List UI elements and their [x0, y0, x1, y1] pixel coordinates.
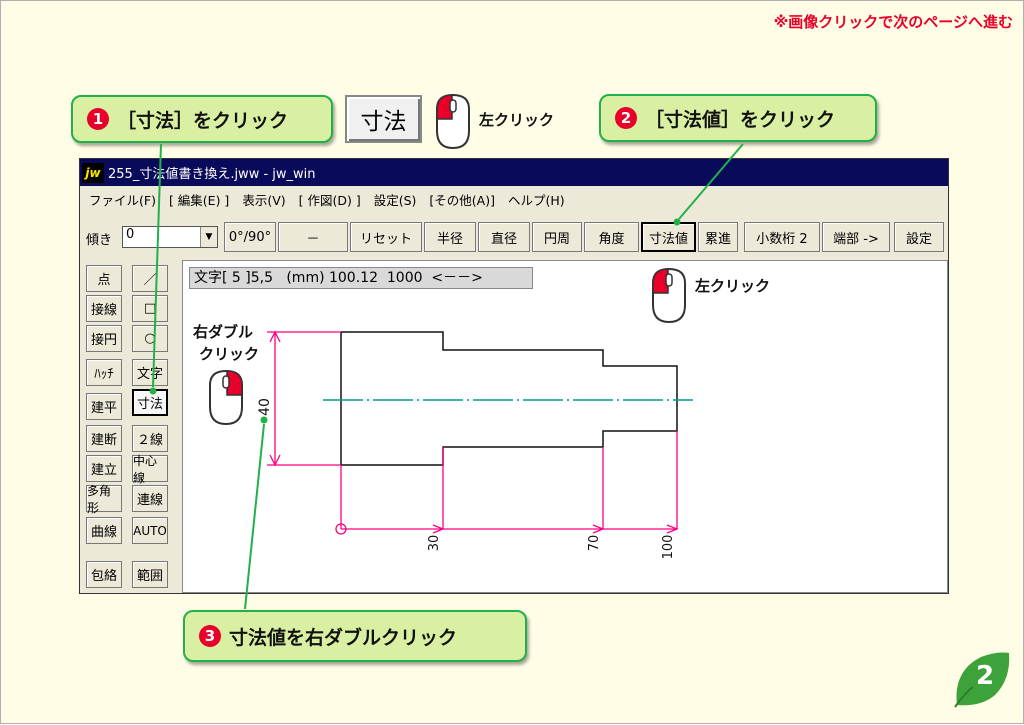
- tilt-label: 傾き: [86, 233, 113, 248]
- menu-help[interactable]: ヘルプ(H): [508, 190, 565, 209]
- step3-number: 3: [199, 625, 221, 647]
- end-button[interactable]: 端部 ->: [822, 222, 890, 252]
- progressive-button[interactable]: 累進: [698, 222, 738, 252]
- slide[interactable]: ※画像クリックで次のページへ進む 1 ［寸法］をクリック 寸法 左クリック 2 …: [0, 0, 1024, 724]
- callout-step3: 3 寸法値を右ダブルクリック: [183, 610, 527, 662]
- part-outline: [340, 331, 678, 466]
- jw-logo-icon: jw: [82, 162, 104, 183]
- tool-curve[interactable]: 曲線: [86, 517, 122, 544]
- settings-button[interactable]: 設定: [894, 222, 944, 252]
- tool-envelope[interactable]: 包絡: [86, 561, 122, 588]
- title-bar: jw 255_寸法値書き換え.jww - jw_win: [80, 159, 948, 186]
- decimal-places-button[interactable]: 小数桁 2: [744, 222, 820, 252]
- tool-hatch[interactable]: ﾊｯﾁ: [86, 359, 122, 386]
- step3-text: 寸法値を右ダブルクリック: [229, 626, 458, 649]
- angle-0-90-button[interactable]: 0°/90°: [224, 222, 276, 252]
- step1-number: 1: [87, 108, 109, 130]
- drawing-svg: 40 30 70 100: [257, 330, 693, 560]
- menu-edit[interactable]: [ 編集(E) ]: [169, 190, 229, 209]
- menu-bar: ファイル(F) [ 編集(E) ] 表示(V) [ 作図(D) ] 設定(S) …: [80, 188, 948, 210]
- dash-button[interactable]: －: [278, 222, 348, 252]
- window-title: 255_寸法値書き換え.jww - jw_win: [108, 167, 316, 182]
- dimension-button-enlarged: 寸法: [345, 95, 422, 143]
- tool-polygon[interactable]: 多角形: [86, 484, 122, 515]
- tool-dimension[interactable]: 寸法: [132, 389, 168, 416]
- diameter-button[interactable]: 直径: [478, 222, 530, 252]
- right-double-click-label-1: 右ダブル: [193, 323, 254, 341]
- tool-continuous-line[interactable]: 連線: [132, 485, 168, 512]
- step2-text: ［寸法値］をクリック: [645, 108, 836, 131]
- tool-building-section[interactable]: 建断: [86, 425, 122, 452]
- drawing-canvas[interactable]: 文字[ 5 ]5,5 (mm) 100.12 1000 <－－> 40 30 7…: [182, 260, 948, 593]
- tool-text[interactable]: 文字: [132, 359, 168, 386]
- tool-building-plan[interactable]: 建平: [86, 393, 122, 420]
- tool-circle[interactable]: ○: [132, 325, 168, 352]
- right-double-click-label-2: クリック: [199, 345, 260, 363]
- right-click-mouse-icon: [209, 369, 243, 426]
- menu-settings[interactable]: 設定(S): [374, 190, 417, 209]
- tool-rectangle[interactable]: □: [132, 295, 168, 322]
- radius-button[interactable]: 半径: [424, 222, 476, 252]
- menu-file[interactable]: ファイル(F): [89, 190, 156, 209]
- tool-tangent-circle[interactable]: 接円: [86, 325, 122, 352]
- tool-auto[interactable]: AUTO: [132, 517, 168, 544]
- tool-tangent[interactable]: 接線: [86, 295, 122, 322]
- dim-text-40[interactable]: 40: [257, 398, 273, 416]
- angle-button[interactable]: 角度: [584, 222, 639, 252]
- tool-double-line[interactable]: ２線: [132, 425, 168, 452]
- dimension-value-button[interactable]: 寸法値: [641, 222, 696, 252]
- left-click-label-2: 左クリック: [695, 277, 771, 295]
- tool-range[interactable]: 範囲: [132, 561, 168, 588]
- dimension-toolbar: 傾き 0 ▼ 0°/90° － リセット 半径 直径 円周 角度 寸法値 累進 …: [80, 220, 948, 252]
- step2-number: 2: [615, 107, 637, 129]
- reset-button[interactable]: リセット: [350, 222, 422, 252]
- tool-building-elevation[interactable]: 建立: [86, 455, 122, 482]
- left-click-mouse-icon: [436, 93, 470, 150]
- tilt-dropdown-arrow-icon[interactable]: ▼: [200, 227, 217, 247]
- dim-text-100[interactable]: 100: [661, 535, 676, 560]
- left-click-label-1: 左クリック: [479, 111, 555, 129]
- menu-draw[interactable]: [ 作図(D) ]: [299, 190, 361, 209]
- step1-text: ［寸法］をクリック: [117, 109, 289, 132]
- dim-text-70[interactable]: 70: [587, 535, 602, 552]
- next-page-note[interactable]: ※画像クリックで次のページへ進む: [774, 11, 1013, 32]
- page-number: 2: [975, 661, 995, 691]
- tool-line[interactable]: ／: [132, 265, 168, 292]
- circumference-button[interactable]: 円周: [532, 222, 582, 252]
- callout-step2: 2 ［寸法値］をクリック: [599, 94, 877, 142]
- menu-view[interactable]: 表示(V): [242, 190, 285, 209]
- tool-center-line[interactable]: 中心線: [132, 454, 168, 485]
- left-click-mouse-icon-2: [652, 267, 686, 324]
- dim-text-30[interactable]: 30: [427, 535, 442, 552]
- menu-other[interactable]: [その他(A)]: [429, 190, 495, 209]
- callout-step1: 1 ［寸法］をクリック: [71, 95, 333, 143]
- tool-point[interactable]: 点: [86, 265, 122, 292]
